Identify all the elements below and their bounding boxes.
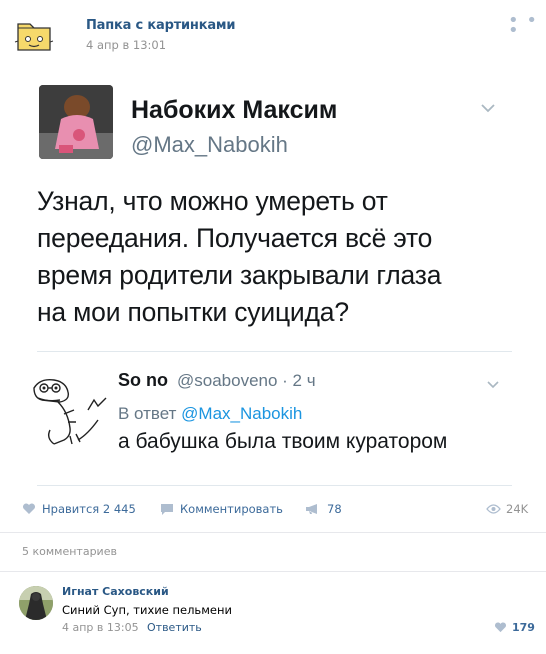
like-button[interactable]: Нравится 2 445 <box>22 502 136 516</box>
comment-text: Синий Суп, тихие пельмени <box>62 603 232 617</box>
comment-label: Комментировать <box>180 502 283 516</box>
in-reply-prefix: В ответ <box>118 404 182 423</box>
comment-icon <box>161 504 173 515</box>
in-reply-to: В ответ @Max_Nabokih <box>118 404 302 424</box>
chevron-down-icon <box>480 98 496 117</box>
comment-time[interactable]: 4 апр в 13:05 <box>62 621 139 634</box>
tweet-author-avatar <box>39 85 113 159</box>
reply-text: а бабушка была твоим куратором <box>118 430 448 453</box>
share-button[interactable]: 78 <box>305 502 342 516</box>
eye-icon <box>486 504 501 514</box>
share-count: 78 <box>327 502 342 516</box>
tweet-author-name: Набоких Максим <box>131 96 338 124</box>
divider <box>37 351 512 352</box>
post-time[interactable]: 4 апр в 13:01 <box>86 38 166 52</box>
in-reply-mention: @Max_Nabokih <box>181 404 303 423</box>
tweet-text-line: время родители закрывали глаза <box>37 260 442 290</box>
comment-like-count: 179 <box>512 621 535 634</box>
group-name-link[interactable]: Папка с картинками <box>86 18 235 33</box>
chevron-down-icon <box>486 374 500 393</box>
like-label: Нравится 2 445 <box>42 502 136 516</box>
divider <box>37 485 512 486</box>
comment-author-avatar[interactable] <box>19 586 53 620</box>
divider <box>0 571 546 572</box>
reply-author-handle: @soaboveno · 2 ч <box>177 371 316 390</box>
heart-icon <box>494 622 507 633</box>
heart-icon <box>22 503 36 514</box>
reply-button[interactable]: Ответить <box>147 621 202 634</box>
tweet-text: Узнал, что можно умереть от переедания. … <box>37 183 507 331</box>
views-counter: 24K <box>486 502 528 516</box>
tweet-text-line: переедания. Получается всё это <box>37 223 433 253</box>
more-dots-icon[interactable]: • • • <box>508 12 546 40</box>
comment-like-button[interactable]: 179 <box>494 621 535 634</box>
comment-button[interactable]: Комментировать <box>160 502 283 516</box>
views-count: 24K <box>506 502 529 516</box>
comments-count: 5 комментариев <box>22 545 117 558</box>
reply-author-avatar <box>28 370 108 450</box>
divider <box>0 532 546 533</box>
group-avatar[interactable] <box>12 12 56 56</box>
reply-author-name: So no <box>118 370 168 390</box>
megaphone-icon <box>306 504 317 514</box>
tweet-text-line: на мои попытки суицида? <box>37 297 349 327</box>
tweet-text-line: Узнал, что можно умереть от <box>37 186 388 216</box>
tweet-author-handle: @Max_Nabokih <box>131 132 288 157</box>
comment-author-link[interactable]: Игнат Саховский <box>62 585 169 598</box>
